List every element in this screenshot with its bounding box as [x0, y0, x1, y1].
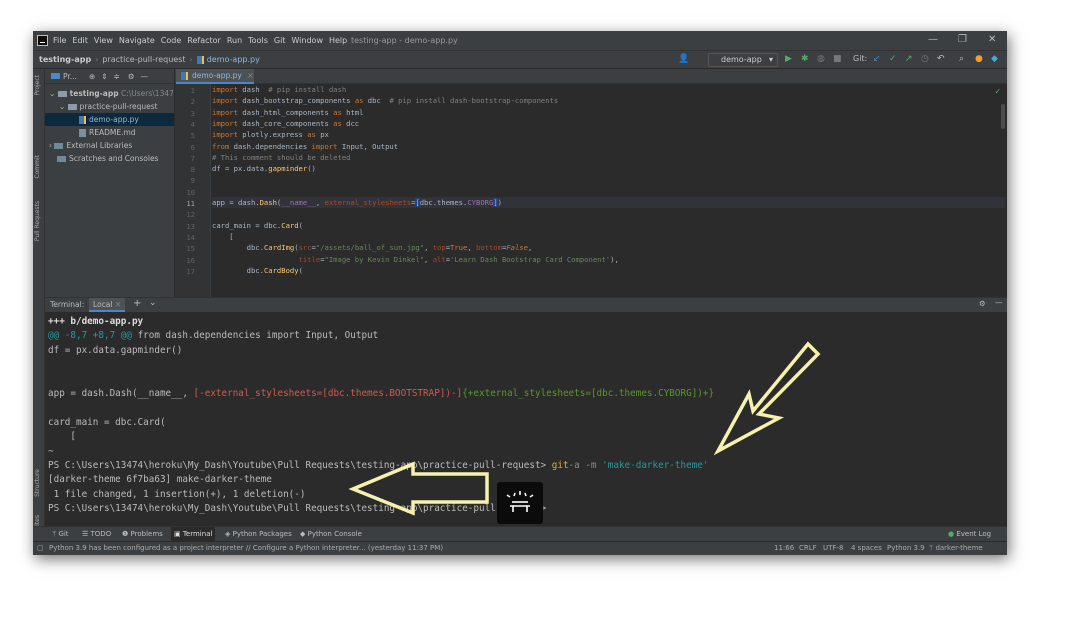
ide-window: File Edit View Navigate Code Refactor Ru…: [33, 31, 1007, 555]
arrow-annotation-down-left: [713, 341, 821, 456]
dimmer-switch-icon: [497, 482, 543, 524]
arrow-annotation-left: [348, 461, 489, 516]
annotation-overlay: [348, 341, 821, 524]
